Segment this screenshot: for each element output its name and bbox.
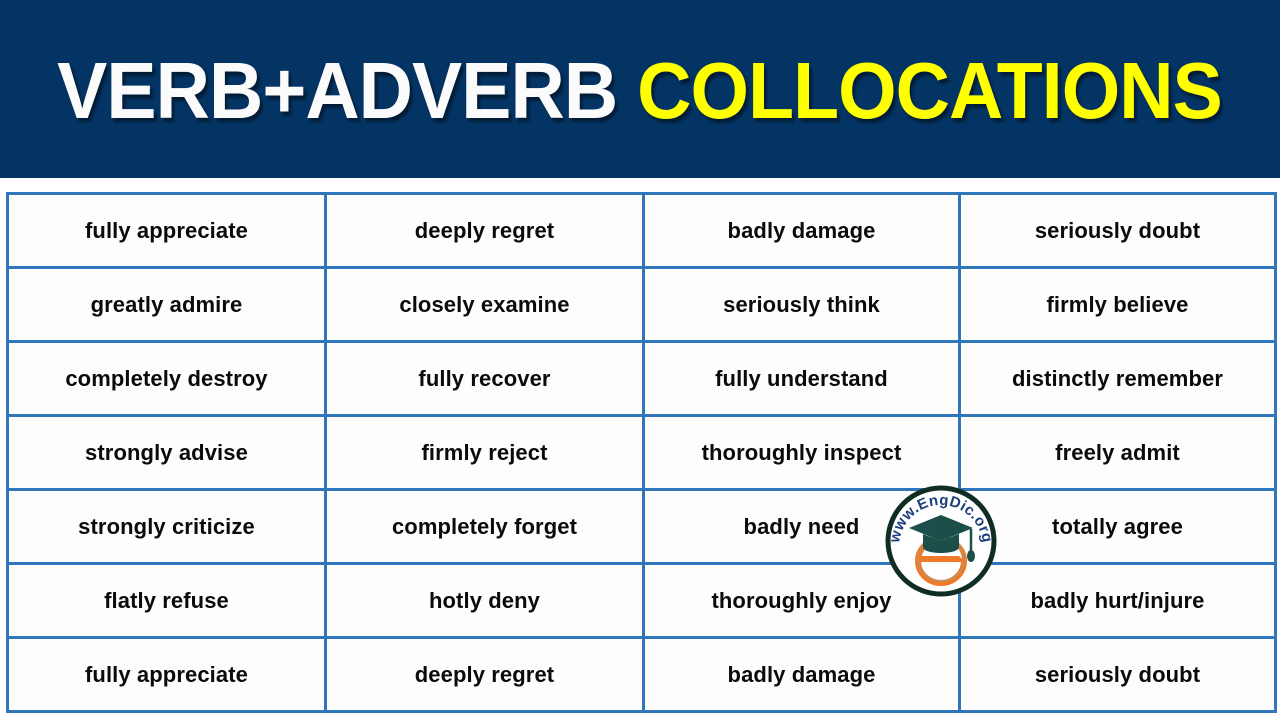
title-spacer [618,46,638,135]
collocation-cell: flatly refuse [6,562,327,639]
collocation-cell: totally agree [958,488,1277,565]
collocations-table-wrapper: fully appreciate deeply regret badly damag… [6,192,1277,716]
collocation-cell: badly damage [642,192,961,269]
collocation-cell: completely destroy [6,340,327,417]
collocation-cell: firmly reject [324,414,645,491]
collocation-cell: deeply regret [324,192,645,269]
table-row: flatly refuse hotly deny thoroughly enjoy b… [6,562,1277,639]
table-row: strongly criticize completely forget badly… [6,488,1277,565]
collocation-cell: completely forget [324,488,645,565]
title-accent-text: COLLOCATIONS [637,46,1224,135]
title-main-text: VERB+ADVERB [57,46,619,135]
collocation-cell: thoroughly enjoy [642,562,961,639]
table-row: greatly admire closely examine seriously t… [6,266,1277,343]
collocation-cell: distinctly remember [958,340,1277,417]
collocation-cell: firmly believe [958,266,1277,343]
collocation-cell: fully understand [642,340,961,417]
collocations-table-body: fully appreciate deeply regret badly damag… [6,192,1277,713]
collocation-cell: seriously doubt [958,192,1277,269]
collocation-cell: fully appreciate [6,636,327,713]
table-row: completely destroy fully recover fully und… [6,340,1277,417]
header-banner: VERB+ADVERB COLLOCATIONS [0,0,1280,178]
collocation-cell: thoroughly inspect [642,414,961,491]
collocation-cell: badly damage [642,636,961,713]
collocations-table: fully appreciate deeply regret badly damag… [6,192,1277,713]
collocation-cell: badly need [642,488,961,565]
collocation-cell: deeply regret [324,636,645,713]
collocation-cell: greatly admire [6,266,327,343]
table-row: fully appreciate deeply regret badly damag… [6,192,1277,269]
page-title: VERB+ADVERB COLLOCATIONS [58,51,1224,131]
table-row: strongly advise firmly reject thoroughly i… [6,414,1277,491]
collocation-cell: seriously think [642,266,961,343]
collocation-cell: closely examine [324,266,645,343]
collocation-cell: hotly deny [324,562,645,639]
table-row: fully appreciate deeply regret badly damag… [6,636,1277,713]
collocation-cell: freely admit [958,414,1277,491]
collocation-cell: fully appreciate [6,192,327,269]
collocation-cell: strongly criticize [6,488,327,565]
collocation-cell: badly hurt/injure [958,562,1277,639]
collocation-cell: seriously doubt [958,636,1277,713]
infographic-page: VERB+ADVERB COLLOCATIONS fully appreciat… [0,0,1280,720]
collocation-cell: strongly advise [6,414,327,491]
collocation-cell: fully recover [324,340,645,417]
